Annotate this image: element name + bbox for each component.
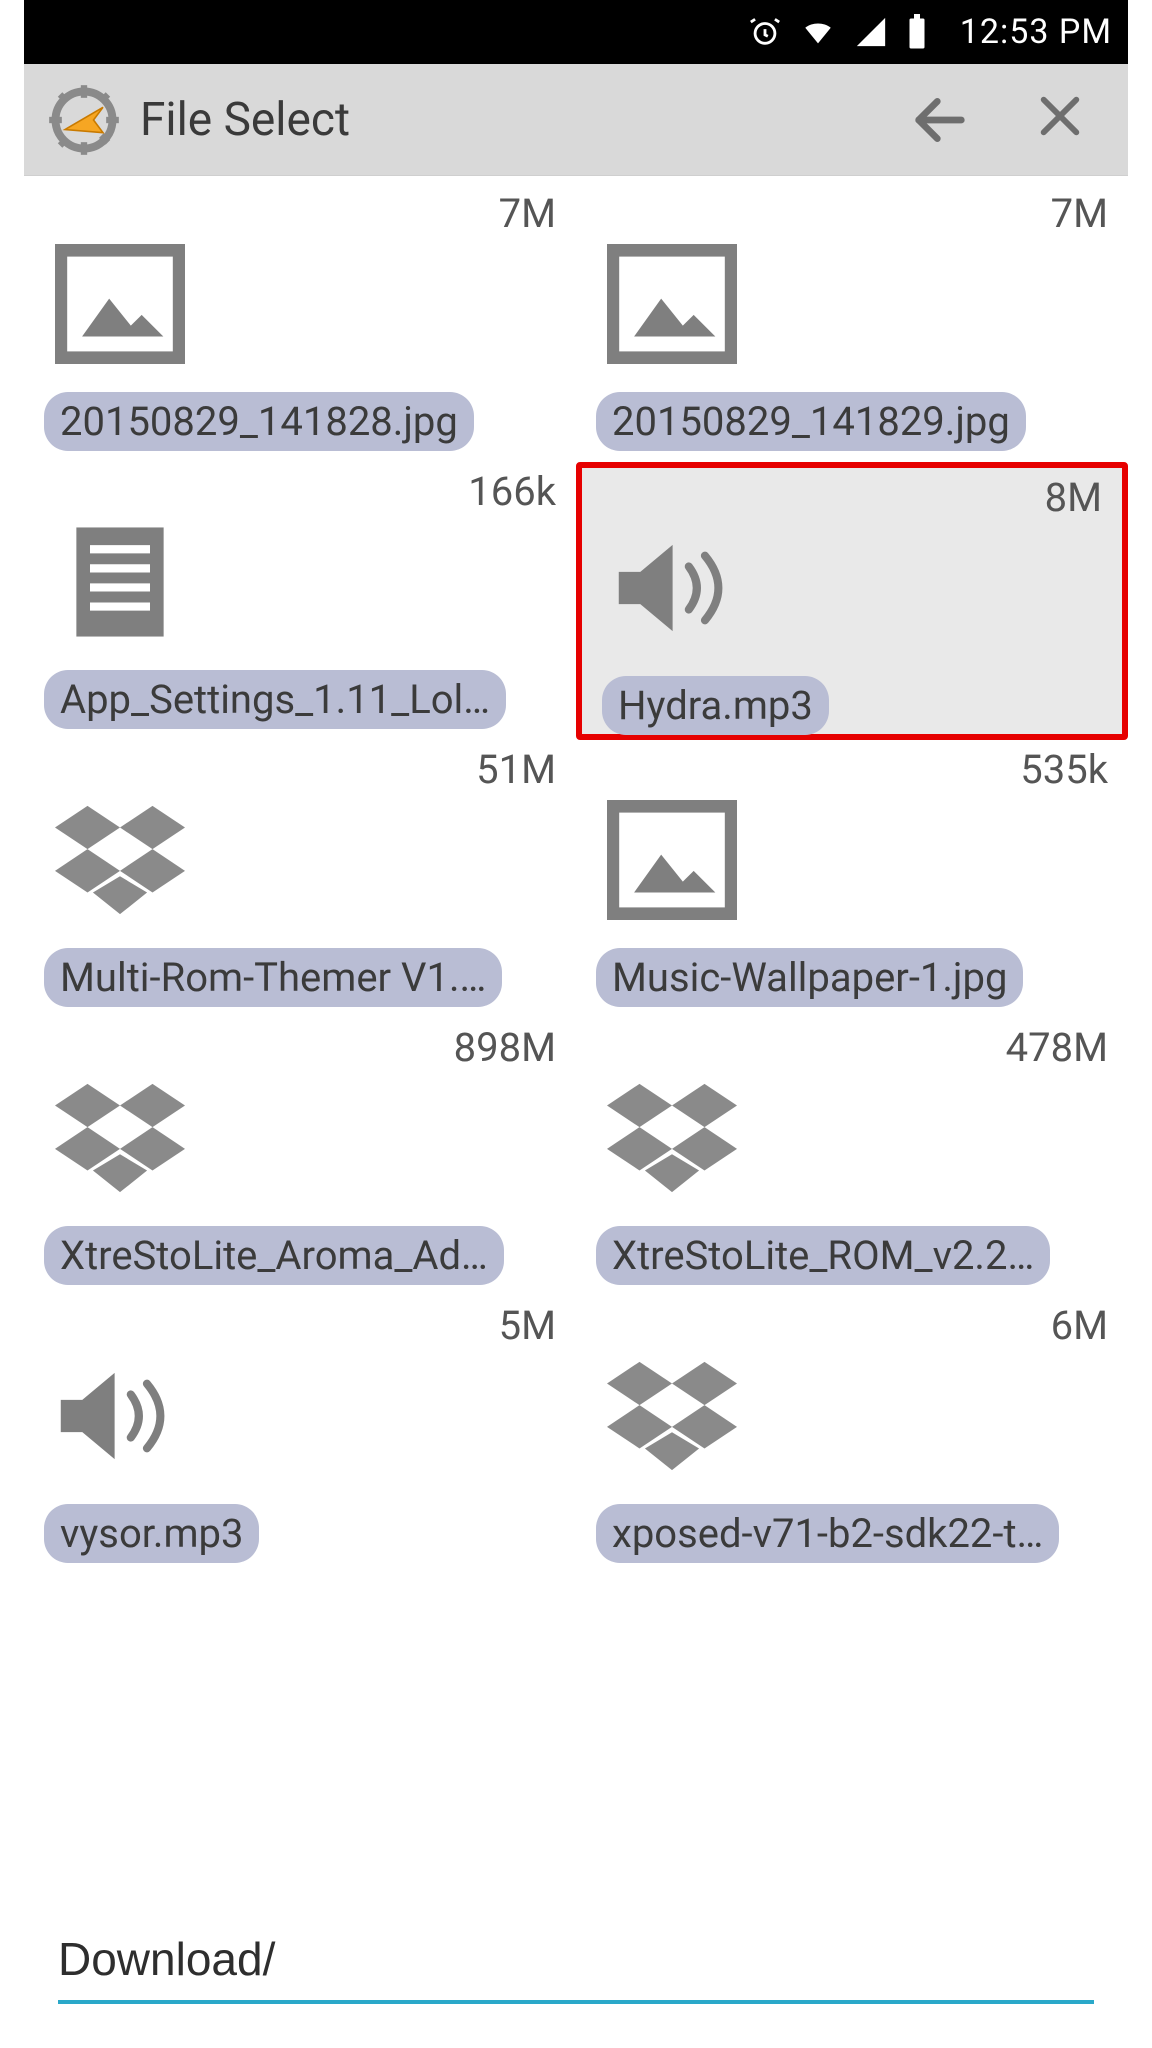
dropbox-icon (602, 1068, 742, 1208)
file-name: XtreStoLite_Aroma_Ad… (44, 1226, 504, 1285)
back-button[interactable] (908, 88, 972, 152)
file-item[interactable]: 6M xposed-v71-b2-sdk22-t… (576, 1296, 1128, 1574)
path-input[interactable] (58, 1924, 1094, 2004)
file-list: 7M 20150829_141828.jpg7M 20150829_141829… (24, 176, 1128, 1914)
file-item[interactable]: 7M 20150829_141828.jpg (24, 184, 576, 462)
battery-icon (906, 14, 928, 50)
close-button[interactable] (1032, 88, 1088, 152)
file-size: 478M (1006, 1024, 1108, 1071)
file-item[interactable]: 8M Hydra.mp3 (576, 462, 1128, 740)
signal-icon (854, 15, 888, 49)
app-bar: File Select (24, 64, 1128, 176)
alarm-icon (748, 15, 782, 49)
file-size: 166k (468, 468, 556, 515)
dropbox-icon (602, 1346, 742, 1486)
file-size: 8M (1045, 474, 1102, 521)
file-size: 7M (1051, 190, 1108, 237)
page-title: File Select (140, 93, 908, 147)
file-size: 51M (476, 746, 556, 793)
file-size: 535k (1020, 746, 1108, 793)
file-item[interactable]: 535k Music-Wallpaper-1.jpg (576, 740, 1128, 1018)
file-size: 7M (499, 190, 556, 237)
status-bar: 12:53 PM (24, 0, 1128, 64)
wifi-icon (800, 15, 836, 49)
file-name: Hydra.mp3 (602, 676, 829, 735)
file-item[interactable]: 5M vysor.mp3 (24, 1296, 576, 1574)
path-bar (24, 1914, 1128, 2024)
file-item[interactable]: 478M XtreStoLite_ROM_v2.2… (576, 1018, 1128, 1296)
dropbox-icon (50, 790, 190, 930)
file-name: 20150829_141828.jpg (44, 392, 474, 451)
file-item[interactable]: 51M Multi-Rom-Themer V1.… (24, 740, 576, 1018)
file-item[interactable]: 7M 20150829_141829.jpg (576, 184, 1128, 462)
dropbox-icon (50, 1068, 190, 1208)
document-icon (50, 512, 190, 652)
image-icon (50, 234, 190, 374)
file-item[interactable]: 898M XtreStoLite_Aroma_Ad… (24, 1018, 576, 1296)
audio-icon (50, 1346, 190, 1486)
file-item[interactable]: 166k App_Settings_1.11_Lol… (24, 462, 576, 740)
file-size: 6M (1051, 1302, 1108, 1349)
image-icon (602, 790, 742, 930)
audio-icon (608, 518, 748, 658)
file-name: XtreStoLite_ROM_v2.2… (596, 1226, 1050, 1285)
file-name: App_Settings_1.11_Lol… (44, 670, 506, 729)
file-name: vysor.mp3 (44, 1504, 259, 1563)
file-size: 5M (499, 1302, 556, 1349)
file-name: xposed-v71-b2-sdk22-t… (596, 1504, 1059, 1563)
tasker-app-icon (44, 80, 124, 160)
file-name: Music-Wallpaper-1.jpg (596, 948, 1023, 1007)
file-size: 898M (454, 1024, 556, 1071)
file-name: 20150829_141829.jpg (596, 392, 1026, 451)
image-icon (602, 234, 742, 374)
status-time: 12:53 PM (960, 12, 1112, 52)
file-name: Multi-Rom-Themer V1.… (44, 948, 502, 1007)
